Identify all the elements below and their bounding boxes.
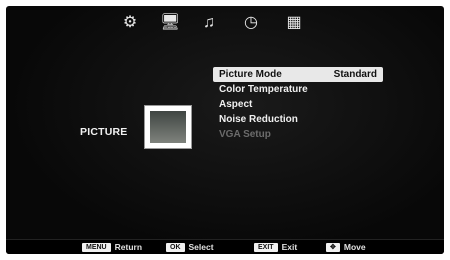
hint-menu-return: MENU Return xyxy=(82,242,142,253)
music-note-icon[interactable]: ♫ xyxy=(199,13,219,33)
button-hint-bar: MENU Return OK Select EXIT Exit ✥ Move xyxy=(6,239,444,254)
picture-thumbnail xyxy=(145,106,191,148)
hint-label: Move xyxy=(343,242,366,252)
gear-icon[interactable]: ⚙ xyxy=(120,13,140,33)
hint-label: Exit xyxy=(281,242,298,252)
menu-item-vga-setup: VGA Setup xyxy=(213,127,383,142)
menu-item-color-temperature[interactable]: Color Temperature xyxy=(213,82,383,97)
hint-move: ✥ Move xyxy=(326,242,366,253)
menu-item-noise-reduction[interactable]: Noise Reduction xyxy=(213,112,383,127)
grid-icon[interactable]: ▦ xyxy=(284,13,304,33)
menu-item-aspect[interactable]: Aspect xyxy=(213,97,383,112)
menu-item-label: Color Temperature xyxy=(219,84,308,95)
dpad-icon: ✥ xyxy=(326,243,340,252)
menu-item-picture-mode[interactable]: Picture Mode Standard xyxy=(213,67,383,82)
ok-key: OK xyxy=(166,243,185,252)
picture-thumbnail-image xyxy=(150,111,186,143)
menu-item-label: Aspect xyxy=(219,99,253,110)
section-title: PICTURE xyxy=(80,126,128,138)
clock-icon[interactable]: ◷ xyxy=(241,13,261,33)
category-bar: ⚙ 🖥 ♫ ◷ ▦ xyxy=(6,6,444,40)
tv-osd-screen: ⚙ 🖥 ♫ ◷ ▦ PICTURE Picture Mode Standard … xyxy=(6,6,444,254)
settings-menu: Picture Mode Standard Color Temperature … xyxy=(213,67,383,142)
exit-key: EXIT xyxy=(254,243,278,252)
menu-item-label: Picture Mode xyxy=(219,69,282,80)
hint-label: Select xyxy=(188,242,214,252)
hint-exit: EXIT Exit xyxy=(254,242,297,253)
menu-key: MENU xyxy=(82,243,111,252)
menu-item-value: Standard xyxy=(333,69,377,80)
menu-item-label: Noise Reduction xyxy=(219,114,298,125)
hint-ok-select: OK Select xyxy=(166,242,214,253)
hint-label: Return xyxy=(114,242,143,252)
menu-item-label: VGA Setup xyxy=(219,129,271,140)
monitor-icon[interactable]: 🖥 xyxy=(160,13,180,33)
